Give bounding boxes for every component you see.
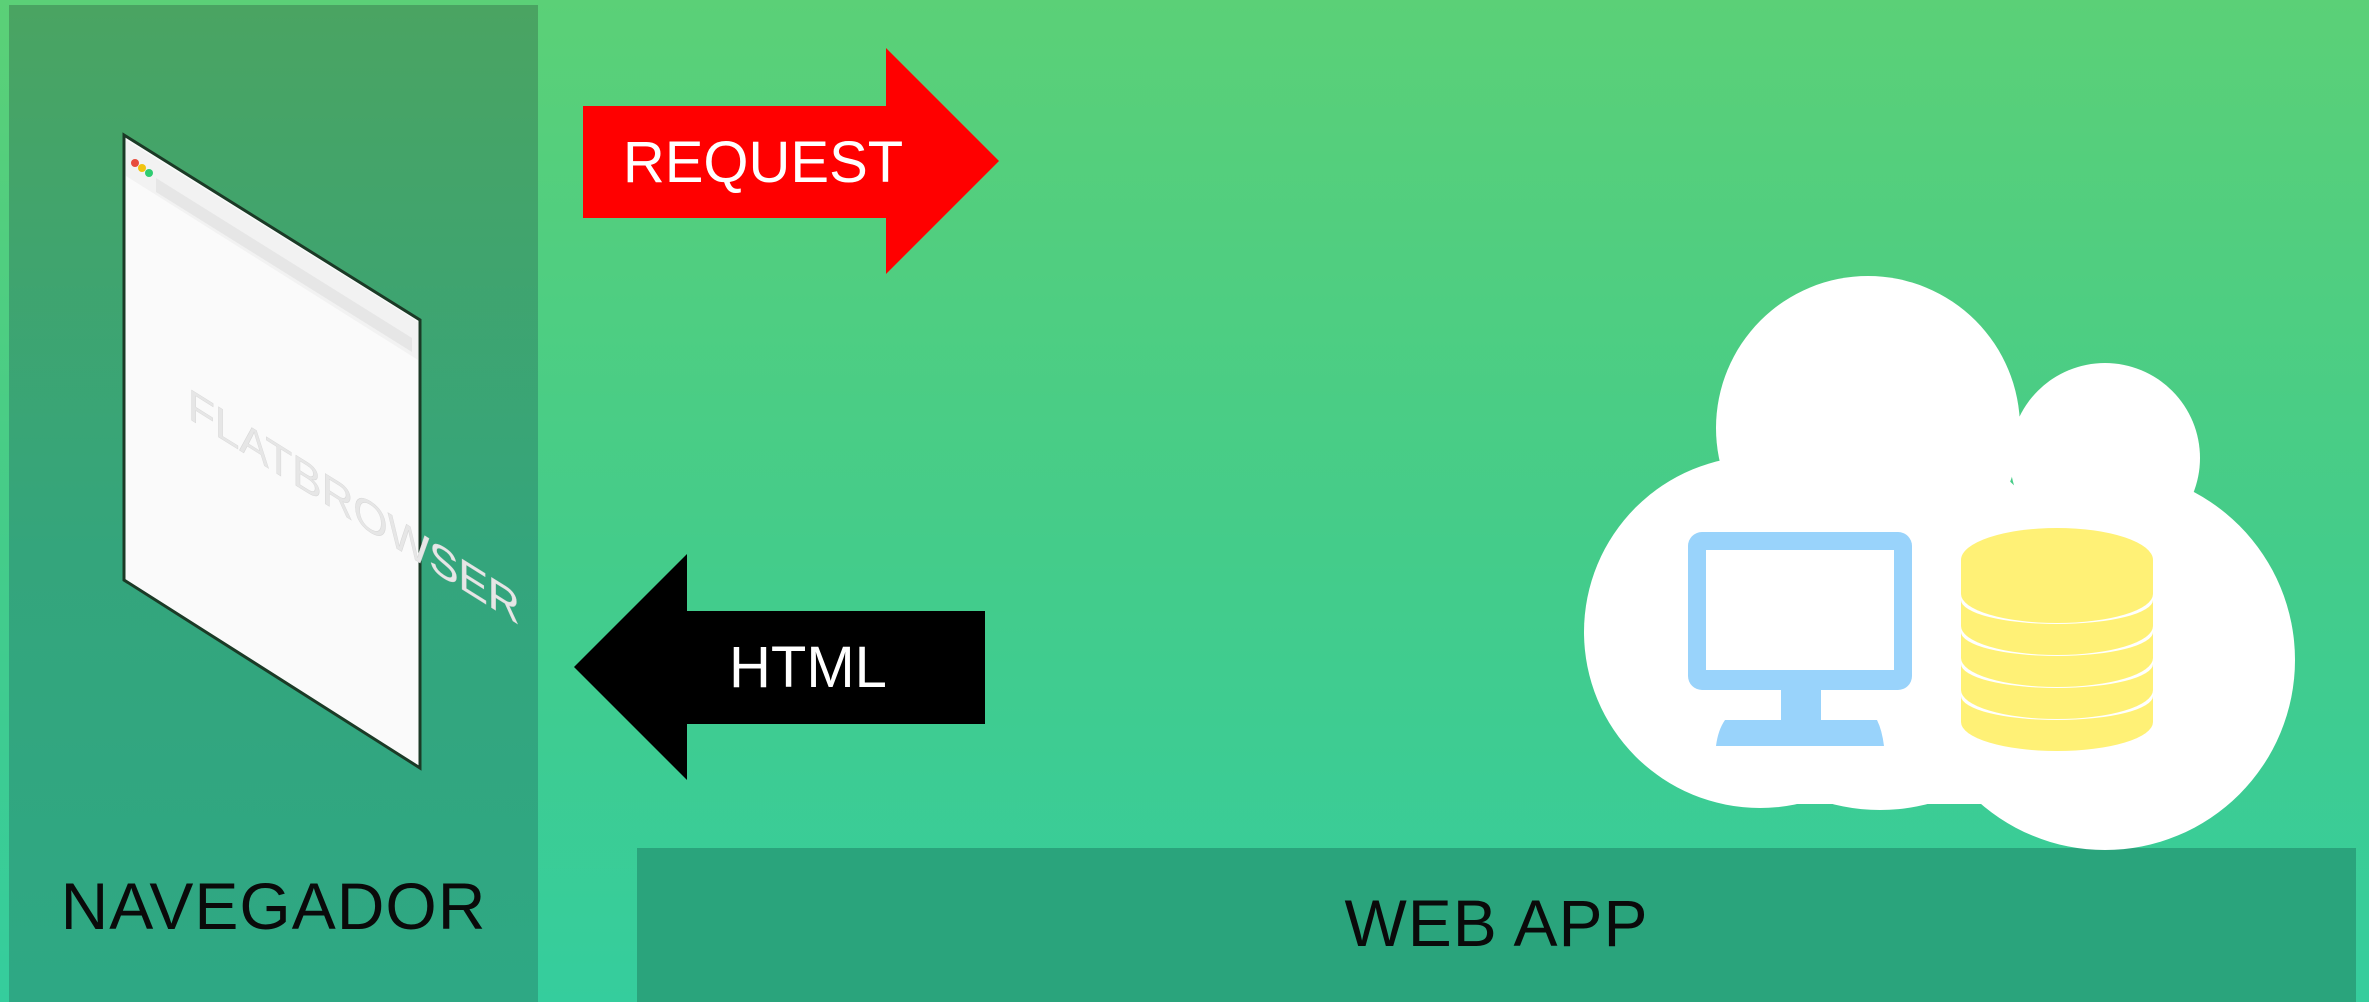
diagram-canvas: FLATBROWSER REQUEST HTML NAVEGADOR WEB A… (0, 0, 2369, 1002)
database-icon (1961, 528, 2153, 751)
html-label: HTML (729, 635, 887, 700)
request-label: REQUEST (623, 130, 903, 195)
diagram-graphics: FLATBROWSER REQUEST HTML (122, 48, 2295, 850)
navegador-label: NAVEGADOR (60, 869, 487, 943)
close-dot-icon (131, 159, 139, 167)
minimize-dot-icon (138, 164, 146, 172)
browser-window-icon: FLATBROWSER (122, 132, 520, 771)
request-arrow: REQUEST (583, 48, 999, 274)
html-arrow: HTML (574, 554, 985, 780)
web-app-label: WEB APP (1344, 886, 1649, 960)
maximize-dot-icon (145, 169, 153, 177)
